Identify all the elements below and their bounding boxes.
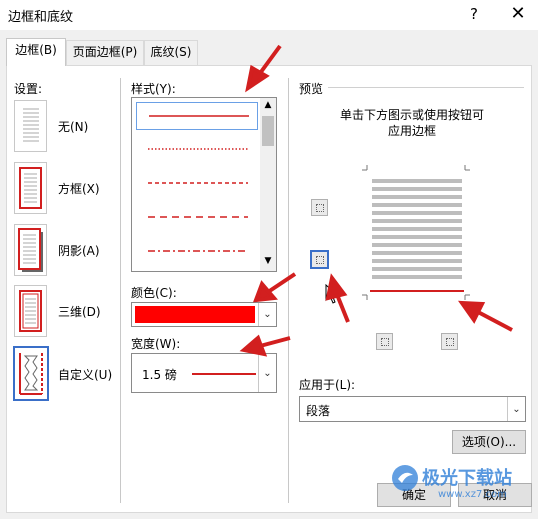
annotation-arrow: [245, 44, 282, 93]
annotation-arrow: [252, 272, 297, 303]
annotation-arrows: [239, 44, 513, 357]
tab-borders[interactable]: 边框(B): [6, 38, 66, 66]
annotation-arrow: [457, 300, 513, 332]
annotation-arrow: [325, 273, 350, 323]
annotation-arrow: [239, 334, 291, 357]
